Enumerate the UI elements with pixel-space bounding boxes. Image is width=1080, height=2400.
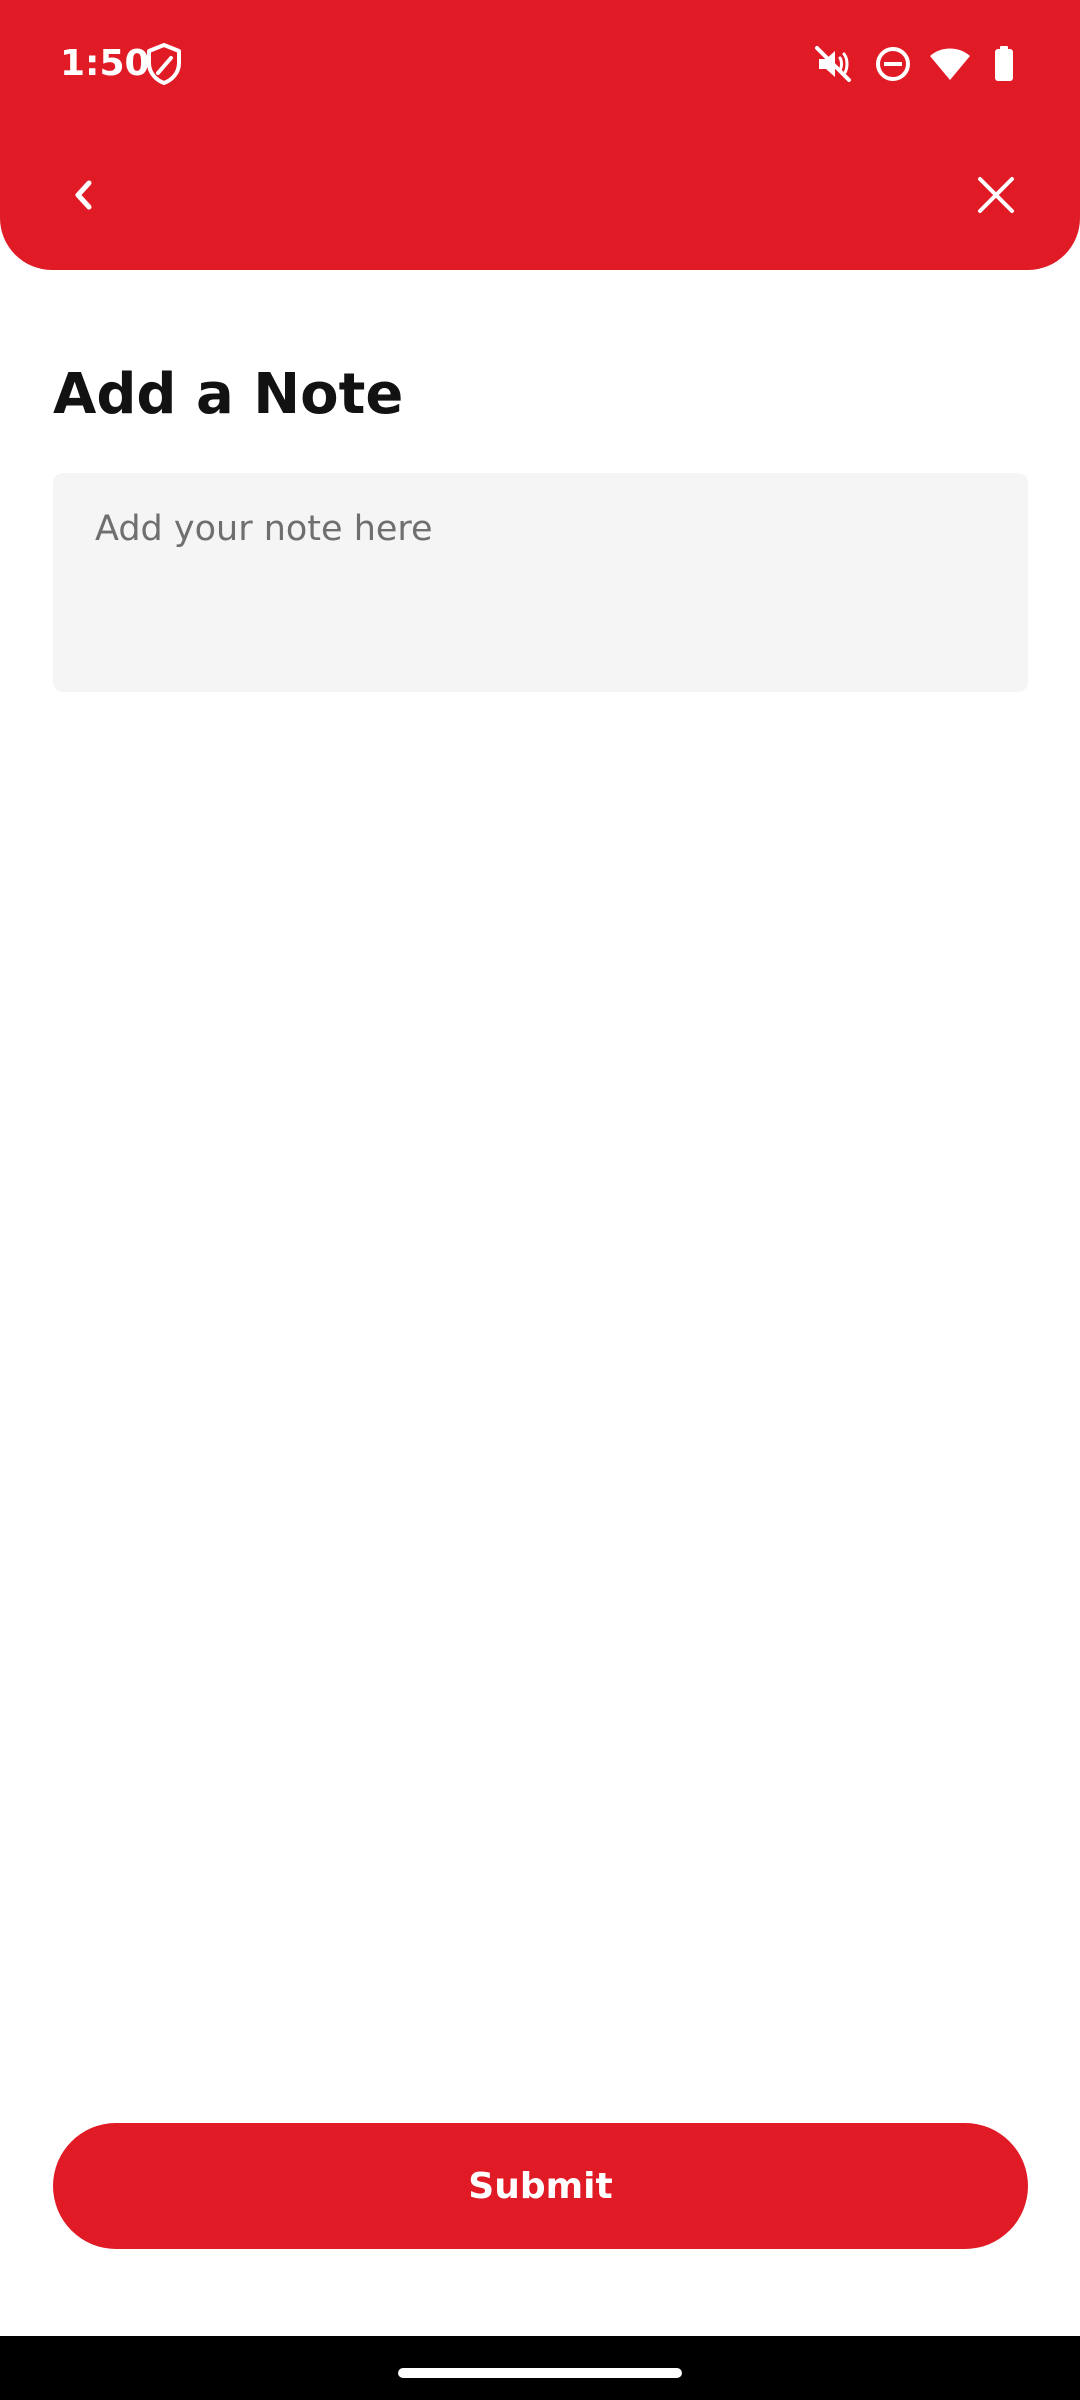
system-navigation-bar (0, 2336, 1080, 2400)
add-note-screen: 1:50 Add a Note Add your note here Submi… (0, 0, 1080, 2400)
home-indicator[interactable] (398, 2368, 682, 2378)
page-title: Add a Note (53, 362, 404, 427)
close-icon (976, 175, 1016, 219)
status-bar: 1:50 (0, 0, 1080, 130)
do-not-disturb-icon (871, 40, 915, 88)
battery-icon (982, 40, 1026, 88)
back-button[interactable] (52, 165, 116, 229)
close-button[interactable] (964, 165, 1028, 229)
header-bar: 1:50 (0, 0, 1080, 270)
status-time: 1:50 (60, 43, 150, 84)
note-input[interactable] (53, 473, 1028, 692)
mute-icon (811, 40, 855, 88)
wifi-icon (928, 40, 972, 88)
shield-icon (142, 40, 186, 88)
submit-button[interactable]: Submit (53, 2123, 1028, 2249)
chevron-left-icon (66, 175, 102, 219)
